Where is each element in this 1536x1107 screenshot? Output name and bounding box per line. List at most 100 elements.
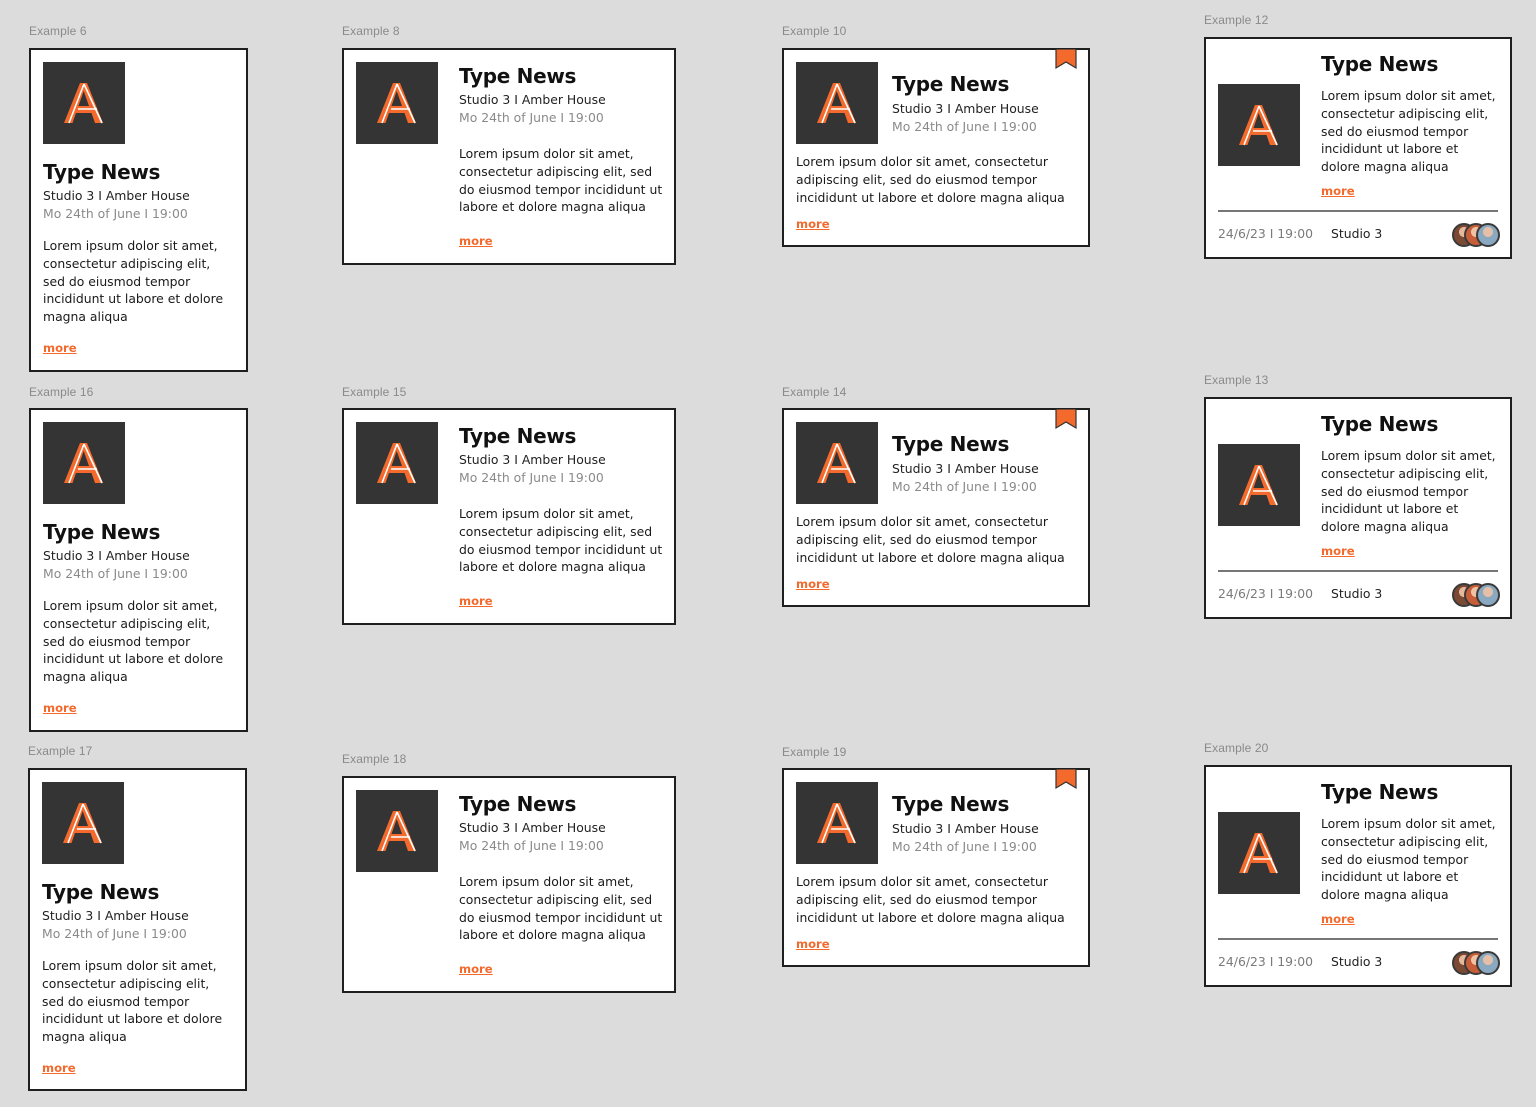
card-title: Type News bbox=[43, 160, 161, 184]
card-body: Lorem ipsum dolor sit amet, consectetur … bbox=[43, 598, 224, 685]
bookmark-button[interactable] bbox=[1055, 768, 1077, 791]
news-card: Type News Lorem ipsum dolor sit amet, con… bbox=[1204, 397, 1512, 619]
card-body: Lorem ipsum dolor sit amet, consectetur … bbox=[796, 874, 1065, 925]
bookmark-button[interactable] bbox=[1055, 48, 1077, 71]
card-title: Type News bbox=[459, 792, 577, 816]
card-datetime: Mo 24th of June I 19:00 bbox=[42, 926, 187, 941]
amber-house-a-logo-icon bbox=[64, 443, 103, 484]
news-card: Type News Studio 3 I Amber House Mo 24th o… bbox=[342, 408, 676, 625]
more-link[interactable]: more bbox=[43, 701, 77, 715]
avatar bbox=[1476, 223, 1500, 247]
card-divider bbox=[1218, 938, 1498, 940]
logo-tile bbox=[43, 422, 125, 504]
logo-tile bbox=[796, 782, 878, 864]
footer-studio: Studio 3 bbox=[1331, 954, 1383, 969]
card-datetime: Mo 24th of June I 19:00 bbox=[892, 479, 1037, 494]
bookmark-icon bbox=[1055, 408, 1077, 430]
card-datetime: Mo 24th of June I 19:00 bbox=[459, 470, 604, 485]
card-location: Studio 3 I Amber House bbox=[43, 188, 190, 203]
bookmark-icon bbox=[1055, 768, 1077, 790]
news-card: Type News Lorem ipsum dolor sit amet, con… bbox=[1204, 37, 1512, 259]
card-location: Studio 3 I Amber House bbox=[459, 452, 606, 467]
frame-label: Example 16 bbox=[29, 385, 94, 399]
more-link[interactable]: more bbox=[796, 937, 830, 951]
news-card: Type News Studio 3 I Amber House Mo 24th o… bbox=[342, 48, 676, 265]
card-location: Studio 3 I Amber House bbox=[892, 821, 1039, 836]
avatar bbox=[1476, 951, 1500, 975]
card-body: Lorem ipsum dolor sit amet, consectetur … bbox=[459, 146, 663, 215]
frame-label: Example 20 bbox=[1204, 741, 1269, 755]
card-datetime: Mo 24th of June I 19:00 bbox=[43, 206, 188, 221]
card-datetime: Mo 24th of June I 19:00 bbox=[892, 119, 1037, 134]
footer-studio: Studio 3 bbox=[1331, 586, 1383, 601]
footer-date: 24/6/23 I 19:00 bbox=[1218, 226, 1314, 241]
amber-house-a-logo-icon bbox=[817, 443, 856, 484]
footer-date: 24/6/23 I 19:00 bbox=[1218, 954, 1314, 969]
frame-label: Example 15 bbox=[342, 385, 407, 399]
avatar-stack[interactable] bbox=[1452, 583, 1500, 607]
card-divider bbox=[1218, 210, 1498, 212]
amber-house-a-logo-icon bbox=[1239, 105, 1278, 146]
card-body: Lorem ipsum dolor sit amet, consectetur … bbox=[1321, 88, 1496, 175]
card-body: Lorem ipsum dolor sit amet, consectetur … bbox=[796, 514, 1065, 565]
card-datetime: Mo 24th of June I 19:00 bbox=[43, 566, 188, 581]
amber-house-a-logo-icon bbox=[377, 83, 416, 124]
card-body: Lorem ipsum dolor sit amet, consectetur … bbox=[796, 154, 1065, 205]
card-title: Type News bbox=[892, 432, 1010, 456]
amber-house-a-logo-icon bbox=[1239, 465, 1278, 506]
card-location: Studio 3 I Amber House bbox=[892, 461, 1039, 476]
card-body: Lorem ipsum dolor sit amet, consectetur … bbox=[1321, 448, 1496, 535]
card-title: Type News bbox=[892, 72, 1010, 96]
card-location: Studio 3 I Amber House bbox=[459, 92, 606, 107]
card-divider bbox=[1218, 570, 1498, 572]
bookmark-button[interactable] bbox=[1055, 408, 1077, 431]
news-card: Type News Studio 3 I Amber House Mo 24th o… bbox=[342, 776, 676, 993]
card-title: Type News bbox=[892, 792, 1010, 816]
more-link[interactable]: more bbox=[459, 962, 493, 976]
news-card: Type News Studio 3 I Amber House Mo 24th o… bbox=[29, 408, 248, 732]
card-title: Type News bbox=[42, 880, 160, 904]
frame-label: Example 12 bbox=[1204, 13, 1269, 27]
frame-label: Example 10 bbox=[782, 24, 847, 38]
logo-tile bbox=[796, 422, 878, 504]
amber-house-a-logo-icon bbox=[817, 803, 856, 844]
news-card: Type News Studio 3 I Amber House Mo 24th o… bbox=[29, 48, 248, 372]
more-link[interactable]: more bbox=[796, 577, 830, 591]
news-card: Type News Studio 3 I Amber House Mo 24th o… bbox=[28, 768, 247, 1091]
card-body: Lorem ipsum dolor sit amet, consectetur … bbox=[459, 874, 663, 943]
logo-tile bbox=[1218, 444, 1300, 526]
more-link[interactable]: more bbox=[1321, 544, 1355, 558]
frame-label: Example 17 bbox=[28, 744, 93, 758]
news-card: Type News Studio 3 I Amber House Mo 24th o… bbox=[782, 408, 1090, 607]
card-body: Lorem ipsum dolor sit amet, consectetur … bbox=[42, 958, 223, 1045]
more-link[interactable]: more bbox=[43, 341, 77, 355]
card-title: Type News bbox=[459, 424, 577, 448]
logo-tile bbox=[1218, 812, 1300, 894]
card-body: Lorem ipsum dolor sit amet, consectetur … bbox=[459, 506, 663, 575]
bookmark-icon bbox=[1055, 48, 1077, 70]
card-location: Studio 3 I Amber House bbox=[459, 820, 606, 835]
more-link[interactable]: more bbox=[459, 594, 493, 608]
card-body: Lorem ipsum dolor sit amet, consectetur … bbox=[43, 238, 224, 325]
footer-studio: Studio 3 bbox=[1331, 226, 1383, 241]
card-title: Type News bbox=[1321, 780, 1439, 804]
card-location: Studio 3 I Amber House bbox=[43, 548, 190, 563]
logo-tile bbox=[796, 62, 878, 144]
amber-house-a-logo-icon bbox=[64, 83, 103, 124]
more-link[interactable]: more bbox=[459, 234, 493, 248]
logo-tile bbox=[356, 790, 438, 872]
news-card: Type News Studio 3 I Amber House Mo 24th o… bbox=[782, 768, 1090, 967]
card-datetime: Mo 24th of June I 19:00 bbox=[459, 838, 604, 853]
avatar-stack[interactable] bbox=[1452, 951, 1500, 975]
card-body: Lorem ipsum dolor sit amet, consectetur … bbox=[1321, 816, 1496, 903]
amber-house-a-logo-icon bbox=[1239, 833, 1278, 874]
more-link[interactable]: more bbox=[1321, 912, 1355, 926]
logo-tile bbox=[43, 62, 125, 144]
card-title: Type News bbox=[459, 64, 577, 88]
more-link[interactable]: more bbox=[1321, 184, 1355, 198]
avatar-stack[interactable] bbox=[1452, 223, 1500, 247]
logo-tile bbox=[356, 422, 438, 504]
more-link[interactable]: more bbox=[42, 1061, 76, 1075]
frame-label: Example 6 bbox=[29, 24, 87, 38]
more-link[interactable]: more bbox=[796, 217, 830, 231]
